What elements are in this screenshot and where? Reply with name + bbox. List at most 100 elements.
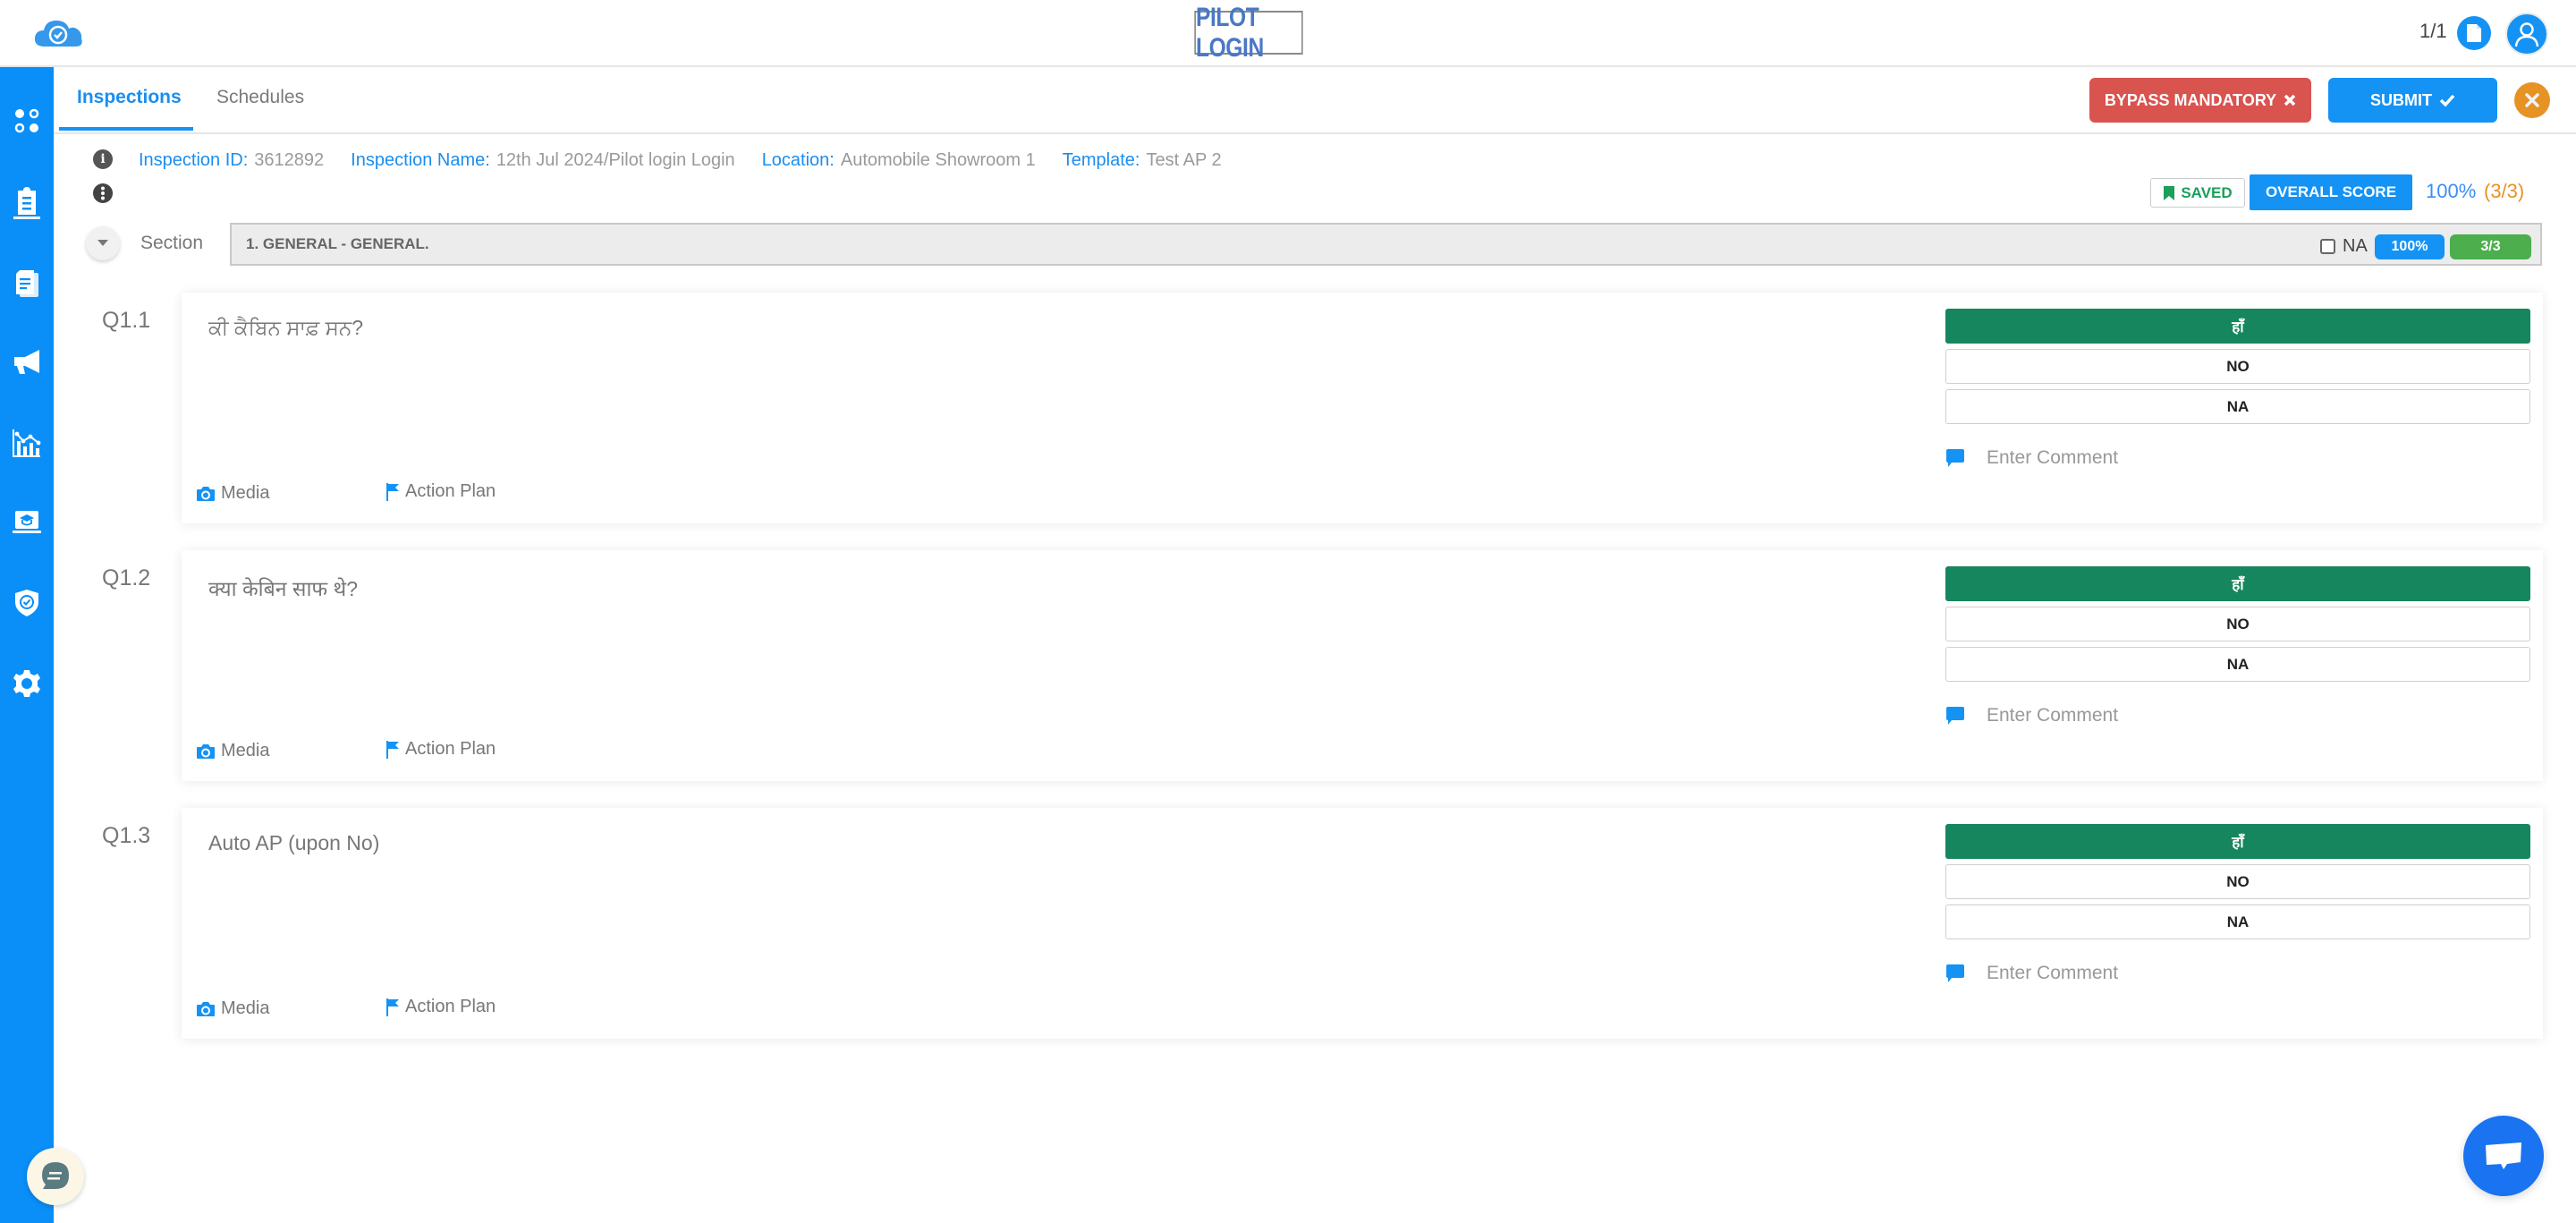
question-number: Q1.1 — [102, 308, 151, 333]
camera-icon — [197, 486, 215, 501]
inspection-id-value: 3612892 — [254, 149, 325, 170]
answer-option[interactable]: NO — [1945, 607, 2530, 641]
section-header[interactable]: 1. GENERAL - GENERAL. NA 100% 3/3 — [230, 223, 2542, 266]
inspection-name-value: 12th Jul 2024/Pilot login Login — [496, 149, 735, 170]
apps-icon — [14, 108, 39, 133]
more-vertical-icon[interactable] — [93, 183, 113, 203]
comment-icon — [1946, 449, 1964, 467]
answer-options: हाँ NO NA — [1945, 566, 2530, 687]
info-icon[interactable]: i — [93, 149, 113, 169]
sidebar-item-compliance[interactable] — [0, 576, 54, 630]
answer-option[interactable]: हाँ — [1945, 566, 2530, 601]
tab-schedules[interactable]: Schedules — [216, 87, 304, 108]
question-text: ਕੀ ਕੈਬਿਨ ਸਾਫ਼ ਸਨ? — [208, 316, 364, 339]
answer-option[interactable]: NO — [1945, 864, 2530, 899]
question-card: क्या केबिन साफ थे? Media Action Plan हाँ NO N… — [182, 550, 2543, 781]
sidebar-item-analytics[interactable] — [0, 416, 54, 470]
action-plan-button[interactable]: Action Plan — [386, 481, 496, 502]
camera-icon — [197, 743, 215, 759]
user-avatar-button[interactable] — [2505, 13, 2548, 55]
saved-label: SAVED — [2181, 183, 2233, 201]
comment-icon — [1946, 964, 1964, 982]
sidebar-item-dashboard[interactable] — [0, 94, 54, 148]
section-score-fraction: 3/3 — [2450, 234, 2531, 259]
close-button[interactable] — [2514, 82, 2550, 118]
overall-score-fraction: (3/3) — [2484, 180, 2525, 202]
gear-icon — [13, 670, 40, 697]
sidebar — [0, 67, 54, 1223]
answer-option[interactable]: NA — [1945, 647, 2530, 682]
bypass-label: BYPASS MANDATORY — [2104, 90, 2277, 109]
help-chat-button[interactable] — [27, 1148, 84, 1205]
document-button[interactable] — [2457, 16, 2491, 50]
comment-field[interactable] — [1945, 960, 2530, 987]
overall-score-button[interactable]: OVERALL SCORE — [2250, 174, 2412, 210]
brand-logo: PILOT LOGIN — [1194, 3, 1303, 63]
action-plan-label: Action Plan — [405, 481, 496, 501]
question-text: क्या केबिन साफ थे? — [208, 577, 359, 600]
sidebar-item-settings[interactable] — [0, 657, 54, 710]
action-plan-button[interactable]: Action Plan — [386, 997, 496, 1017]
submit-button[interactable]: SUBMIT — [2328, 78, 2497, 123]
chat-bubble-icon — [42, 1162, 69, 1189]
sidebar-item-inspections[interactable] — [0, 176, 54, 230]
top-bar: PILOT LOGIN 1/1 — [0, 0, 2576, 67]
saved-badge: SAVED — [2150, 178, 2245, 208]
answer-option[interactable]: NA — [1945, 905, 2530, 939]
media-button[interactable]: Media — [196, 998, 269, 1019]
question-text: Auto AP (upon No) — [208, 831, 380, 854]
inspection-id-label: Inspection ID: — [139, 149, 249, 170]
x-icon — [2284, 94, 2296, 106]
action-plan-label: Action Plan — [405, 739, 496, 759]
comment-input[interactable] — [1987, 963, 2487, 984]
megaphone-icon — [14, 350, 39, 374]
graduation-laptop-icon — [13, 511, 41, 533]
sidebar-item-announcements[interactable] — [0, 335, 54, 389]
flag-icon — [386, 998, 399, 1016]
page-count: 1/1 — [2419, 20, 2447, 42]
comment-field[interactable] — [1945, 702, 2530, 729]
file-icon — [2467, 24, 2481, 42]
template-value: Test AP 2 — [1146, 149, 1222, 170]
location-label: Location: — [761, 149, 835, 170]
documents-icon — [16, 270, 38, 297]
location-value: Automobile Showroom 1 — [840, 149, 1036, 170]
cloud-check-icon[interactable] — [32, 16, 86, 52]
tab-inspections[interactable]: Inspections — [77, 87, 182, 108]
answer-option[interactable]: हाँ — [1945, 309, 2530, 344]
section-na-toggle[interactable]: NA — [2320, 236, 2368, 257]
answer-option[interactable]: NA — [1945, 389, 2530, 424]
action-plan-button[interactable]: Action Plan — [386, 739, 496, 760]
answer-option[interactable]: NO — [1945, 349, 2530, 384]
active-tab-indicator — [59, 127, 193, 131]
chart-icon — [13, 429, 41, 457]
answer-option[interactable]: हाँ — [1945, 824, 2530, 859]
overall-score-percent: 100% — [2426, 180, 2477, 202]
comment-field[interactable] — [1945, 445, 2530, 471]
comment-input[interactable] — [1987, 447, 2487, 469]
clipboard-icon — [13, 187, 40, 219]
live-chat-button[interactable] — [2463, 1116, 2544, 1196]
media-label: Media — [221, 998, 270, 1018]
message-icon — [2486, 1142, 2521, 1169]
question-card: Auto AP (upon No) Media Action Plan हाँ NO NA — [182, 808, 2543, 1039]
comment-icon — [1946, 707, 1964, 725]
submit-label: SUBMIT — [2370, 90, 2432, 109]
media-label: Media — [221, 741, 270, 760]
section-collapse-toggle[interactable] — [86, 226, 120, 260]
caret-down-icon — [97, 240, 108, 246]
close-icon — [2525, 93, 2539, 107]
media-button[interactable]: Media — [196, 483, 269, 504]
sidebar-item-documents[interactable] — [0, 257, 54, 310]
comment-input[interactable] — [1987, 705, 2487, 726]
sidebar-item-training[interactable] — [0, 496, 54, 549]
na-checkbox[interactable] — [2320, 239, 2335, 254]
na-label: NA — [2343, 236, 2368, 256]
shield-check-icon — [15, 590, 38, 616]
flag-icon — [386, 482, 399, 501]
bypass-mandatory-button[interactable]: BYPASS MANDATORY — [2089, 78, 2311, 123]
answer-options: हाँ NO NA — [1945, 309, 2530, 429]
user-icon — [2514, 22, 2539, 47]
media-button[interactable]: Media — [196, 741, 269, 761]
question-number: Q1.3 — [102, 823, 151, 848]
